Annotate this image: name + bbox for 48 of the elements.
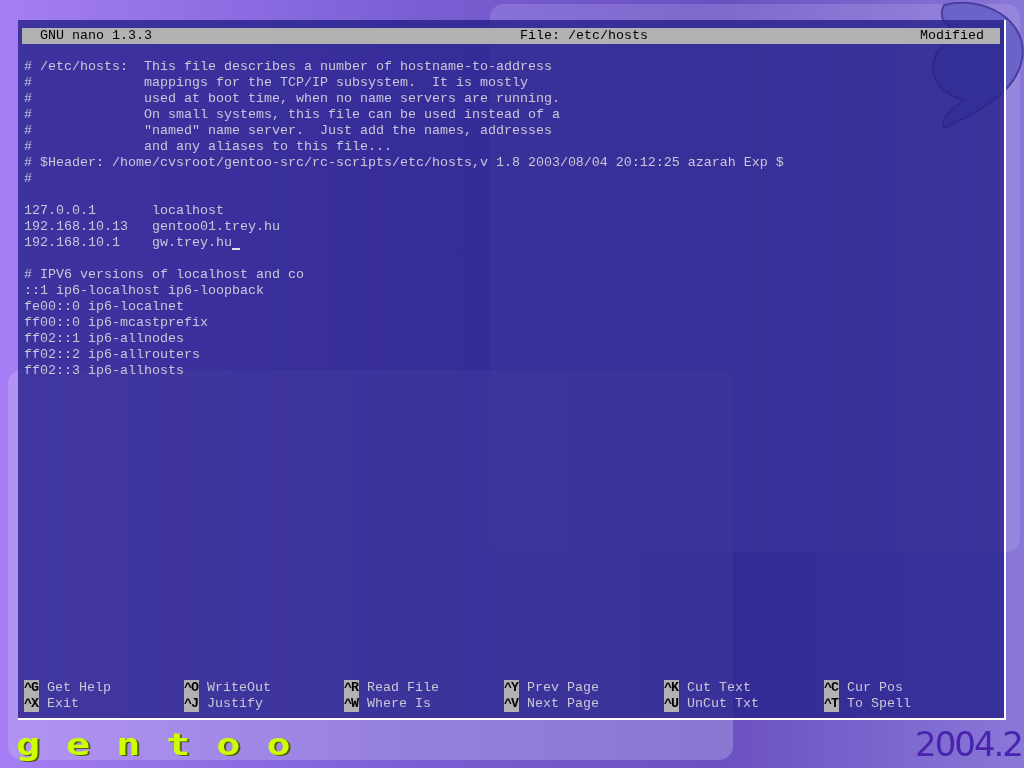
shortcut-key: ^K (664, 680, 679, 696)
shortcut-label: To Spell (847, 696, 911, 712)
shortcut-key: ^T (824, 696, 839, 712)
text-line: ff02::2 ip6-allrouters (24, 347, 200, 363)
shortcut-label: Where Is (367, 696, 431, 712)
text-cursor (231, 248, 240, 250)
text-line: # mappings for the TCP/IP subsystem. It is mostly (24, 75, 528, 91)
text-line: # (24, 171, 32, 187)
text-line: # and any aliases to this file... (24, 139, 392, 155)
shortcut-key: ^V (504, 696, 519, 712)
shortcut-key: ^C (824, 680, 839, 696)
text-line: 127.0.0.1 localhost (24, 203, 224, 219)
shortcut-key: ^U (664, 696, 679, 712)
shortcut-label: Justify (207, 696, 263, 712)
shortcut-label: Next Page (527, 696, 599, 712)
shortcut-key: ^Y (504, 680, 519, 696)
text-line: # On small systems, this file can be used instead of a (24, 107, 560, 123)
shortcut-label: WriteOut (207, 680, 271, 696)
text-line: ff00::0 ip6-mcastprefix (24, 315, 208, 331)
text-line: # used at boot time, when no name servers are running. (24, 91, 560, 107)
text-line: 192.168.10.1 gw.trey.hu (24, 235, 232, 251)
text-line: ff02::3 ip6-allhosts (24, 363, 184, 379)
shortcut-label: Exit (47, 696, 79, 712)
text-line: 192.168.10.13 gentoo01.trey.hu (24, 219, 280, 235)
text-line: # "named" name server. Just add the names, addresses (24, 123, 552, 139)
shortcut-label: Get Help (47, 680, 111, 696)
text-line: fe00::0 ip6-localnet (24, 299, 184, 315)
file-name: File: /etc/hosts (520, 28, 649, 44)
text-line: # $Header: /home/cvsroot/gentoo-src/rc-scripts/etc/hosts,v 1.8 2003/08/04 20:12:25 azarah Exp $ (24, 155, 784, 171)
app-version: GNU nano 1.3.3 (40, 28, 153, 44)
text-line: ff02::1 ip6-allnodes (24, 331, 184, 347)
shortcut-key: ^R (344, 680, 359, 696)
shortcut-key: ^X (24, 696, 39, 712)
shortcut-key: ^G (24, 680, 39, 696)
shortcut-key: ^O (184, 680, 199, 696)
modified-status: Modified (920, 28, 984, 44)
shortcut-key: ^J (184, 696, 199, 712)
shortcut-key: ^W (344, 696, 359, 712)
distro-logo: gentoo (16, 729, 317, 759)
text-line: ::1 ip6-localhost ip6-loopback (24, 283, 264, 299)
shortcut-label: UnCut Txt (687, 696, 759, 712)
text-line: # IPV6 versions of localhost and co (24, 267, 304, 283)
text-line: # /etc/hosts: This file describes a number of hostname-to-address (24, 59, 552, 75)
shortcut-label: Read File (367, 680, 439, 696)
shortcut-label: Cur Pos (847, 680, 903, 696)
shortcut-label: Cut Text (687, 680, 751, 696)
shortcut-label: Prev Page (527, 680, 599, 696)
release-version: 2004.2 (915, 724, 1022, 764)
